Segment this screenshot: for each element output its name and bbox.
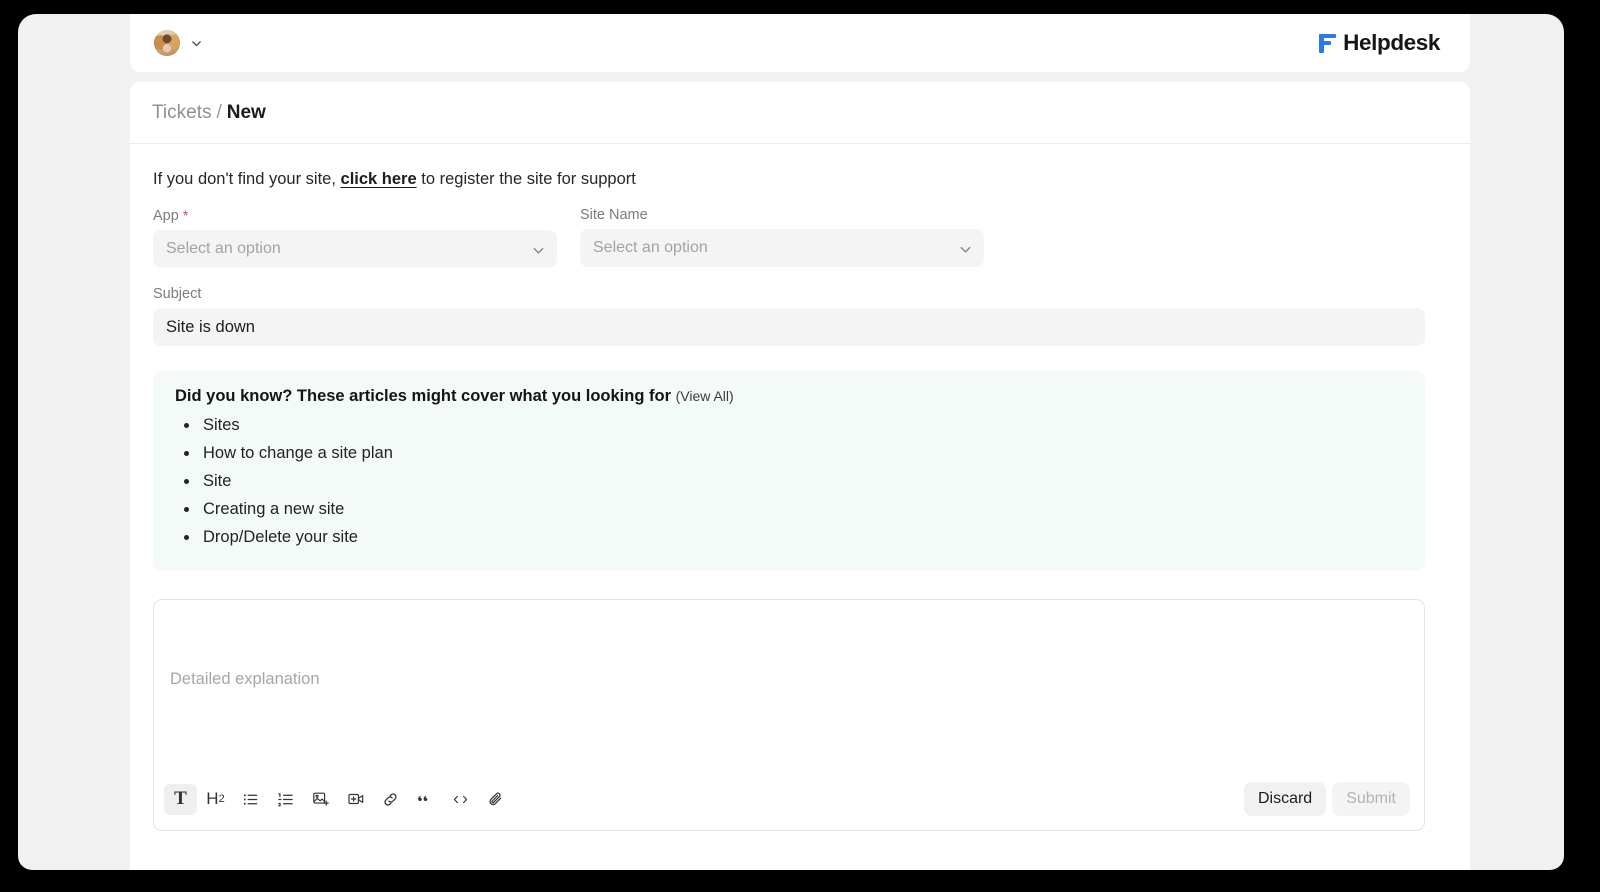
- device-frame: Helpdesk Tickets / New If you don't find…: [0, 0, 1600, 892]
- description-textarea[interactable]: Detailed explanation: [170, 670, 320, 689]
- subject-label: Subject: [153, 286, 202, 302]
- attachment-icon[interactable]: [479, 784, 512, 815]
- site-name-field: Site Name Select an option: [580, 207, 984, 268]
- submit-button[interactable]: Submit: [1332, 782, 1410, 816]
- insert-video-icon[interactable]: [339, 784, 372, 815]
- notice-suffix: to register the site for support: [421, 170, 636, 188]
- app-select[interactable]: Select an option: [153, 230, 557, 268]
- suggested-articles-title: Did you know? These articles might cover…: [175, 387, 671, 405]
- chevron-down-icon: [531, 243, 544, 256]
- breadcrumb-separator: /: [216, 101, 222, 123]
- account-menu-trigger[interactable]: [154, 30, 203, 56]
- helpdesk-logo: Helpdesk: [1319, 30, 1440, 56]
- list-item[interactable]: Creating a new site: [175, 495, 1403, 523]
- suggested-articles-list: Sites How to change a site plan Site Cre…: [175, 411, 1403, 551]
- frappe-f-icon: [1319, 33, 1337, 53]
- ticket-form: If you don't find your site, click here …: [130, 144, 1470, 831]
- editor-toolbar: T H2 Discard Submit: [154, 768, 1424, 830]
- notice-prefix: If you don't find your site,: [153, 170, 336, 188]
- editor-actions: Discard Submit: [1243, 782, 1410, 816]
- numbered-list-icon[interactable]: [269, 784, 302, 815]
- blockquote-icon[interactable]: [409, 784, 442, 815]
- list-item[interactable]: How to change a site plan: [175, 439, 1403, 467]
- heading-2-icon[interactable]: H2: [199, 784, 232, 815]
- link-icon[interactable]: [374, 784, 407, 815]
- discard-button[interactable]: Discard: [1243, 782, 1327, 816]
- suggested-articles-heading: Did you know? These articles might cover…: [175, 387, 1403, 406]
- insert-image-icon[interactable]: [304, 784, 337, 815]
- subject-input[interactable]: Site is down: [153, 308, 1425, 346]
- breadcrumb-tickets[interactable]: Tickets: [152, 102, 211, 124]
- chevron-down-icon: [958, 242, 971, 255]
- breadcrumb: Tickets / New: [130, 82, 1470, 144]
- view-all-link[interactable]: (View All): [676, 388, 734, 404]
- suggested-articles-box: Did you know? These articles might cover…: [153, 371, 1425, 571]
- brand-name: Helpdesk: [1343, 30, 1440, 55]
- breadcrumb-current: New: [226, 101, 266, 123]
- list-item[interactable]: Site: [175, 467, 1403, 495]
- app-viewport: Helpdesk Tickets / New If you don't find…: [18, 14, 1564, 870]
- code-block-icon[interactable]: [444, 784, 477, 815]
- editor-tool-group: T H2: [164, 783, 512, 815]
- user-avatar[interactable]: [154, 30, 180, 56]
- bullet-list-icon[interactable]: [234, 784, 267, 815]
- app-label-text: App: [153, 208, 179, 224]
- subject-field: Subject Site is down: [153, 286, 1425, 346]
- register-site-notice: If you don't find your site, click here …: [153, 170, 1447, 189]
- site-name-select-value: Select an option: [593, 239, 708, 256]
- register-site-link[interactable]: click here: [341, 170, 417, 188]
- content-panel: Tickets / New If you don't find your sit…: [130, 82, 1470, 870]
- text-format-icon[interactable]: T: [164, 783, 197, 815]
- app-site-row: App * Select an option Site Name Select …: [153, 207, 1447, 268]
- list-item[interactable]: Sites: [175, 411, 1403, 439]
- description-editor-card: Detailed explanation T H2 Discard Submit: [153, 599, 1425, 831]
- app-select-value: Select an option: [166, 240, 281, 257]
- app-field: App * Select an option: [153, 207, 557, 268]
- app-label: App *: [153, 207, 557, 224]
- top-bar: Helpdesk: [130, 14, 1470, 72]
- site-name-select[interactable]: Select an option: [580, 229, 984, 267]
- required-asterisk: *: [182, 207, 189, 223]
- chevron-down-icon[interactable]: [190, 37, 203, 50]
- list-item[interactable]: Drop/Delete your site: [175, 523, 1403, 551]
- site-name-label: Site Name: [580, 207, 648, 223]
